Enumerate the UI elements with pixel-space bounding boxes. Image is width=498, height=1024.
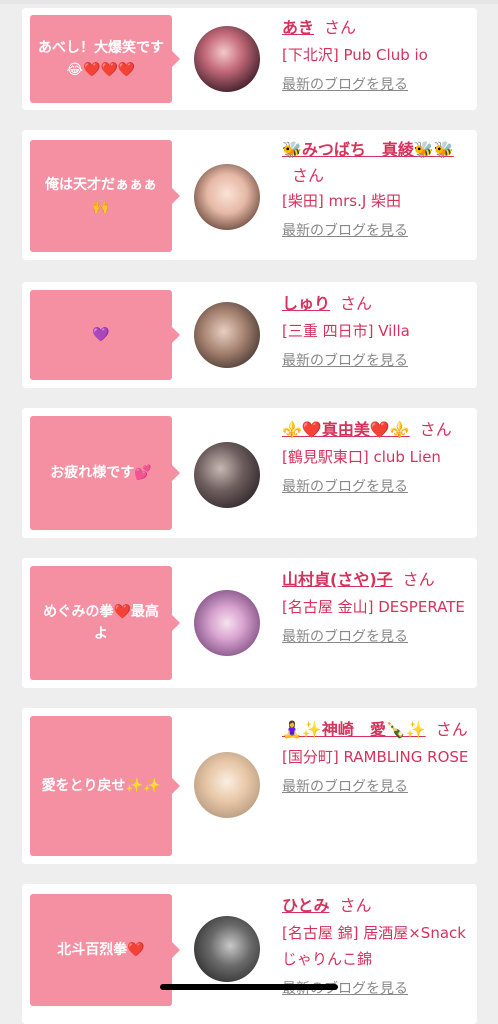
user-name-link[interactable]: 山村貞(さや)子 (282, 570, 393, 589)
avatar[interactable] (194, 302, 260, 368)
user-card: めぐみの拳❤️最高よ 山村貞(さや)子 さん [名古屋 金山] DESPERATE… (22, 558, 477, 688)
top-divider (0, 0, 498, 4)
user-name-link[interactable]: あき (282, 18, 314, 37)
user-card: 💜 しゅり さん [三重 四日市] Villa 最新のブログを見る (22, 282, 477, 388)
latest-blog-link[interactable]: 最新のブログを見る (282, 626, 408, 648)
message-bubble: あべし！大爆笑です😂❤️❤️❤️ (30, 15, 180, 103)
message-bubble: 💜 (30, 290, 180, 380)
user-name-link[interactable]: ⚜️❤️真由美❤️⚜️ (282, 420, 410, 439)
honorific: さん (339, 896, 372, 915)
user-name-link[interactable]: 🧘‍♀️✨神崎 愛🍾✨ (282, 720, 426, 739)
user-card: 愛をとり戻せ✨✨ 🧘‍♀️✨神崎 愛🍾✨ さん [国分町] RAMBLING RO… (22, 708, 477, 864)
message-bubble: 俺は天才だぁぁぁ🙌 (30, 140, 180, 252)
user-card: 北斗百烈拳❤️ ひとみ さん [名古屋 錦] 居酒屋×Snack じゃりんこ錦 最… (22, 884, 477, 1024)
honorific: さん (340, 294, 373, 313)
avatar[interactable] (194, 442, 260, 508)
avatar[interactable] (194, 916, 260, 982)
latest-blog-link[interactable]: 最新のブログを見る (282, 476, 408, 498)
shop-label: [名古屋 錦] 居酒屋×Snack じゃりんこ錦 (282, 924, 466, 968)
honorific: さん (435, 720, 468, 739)
message-bubble: 北斗百烈拳❤️ (30, 894, 180, 1006)
user-name-link[interactable]: 🐝みつばち 真綾🐝🐝 (282, 140, 454, 159)
user-card: あべし！大爆笑です😂❤️❤️❤️ あき さん [下北沢] Pub Club io … (22, 8, 477, 110)
user-name-link[interactable]: ひとみ (282, 896, 330, 915)
latest-blog-link[interactable]: 最新のブログを見る (282, 74, 408, 96)
message-bubble: 愛をとり戻せ✨✨ (30, 716, 180, 856)
avatar[interactable] (194, 590, 260, 656)
message-bubble: お疲れ様です💕 (30, 416, 180, 530)
avatar[interactable] (194, 752, 260, 818)
user-card: お疲れ様です💕 ⚜️❤️真由美❤️⚜️ さん [鶴見駅東口] club Lien … (22, 408, 477, 538)
avatar[interactable] (194, 164, 260, 230)
shop-label: [鶴見駅東口] club Lien (282, 448, 441, 466)
honorific: さん (292, 166, 325, 185)
latest-blog-link[interactable]: 最新のブログを見る (282, 776, 408, 798)
message-bubble: めぐみの拳❤️最高よ (30, 566, 180, 680)
latest-blog-link[interactable]: 最新のブログを見る (282, 220, 408, 242)
shop-label: [三重 四日市] Villa (282, 322, 410, 340)
honorific: さん (402, 570, 435, 589)
shop-label: [柴田] mrs.J 柴田 (282, 192, 402, 210)
honorific: さん (324, 18, 357, 37)
shop-label: [国分町] RAMBLING ROSE (282, 748, 469, 766)
user-card: 俺は天才だぁぁぁ🙌 🐝みつばち 真綾🐝🐝 さん [柴田] mrs.J 柴田 最新の… (22, 130, 477, 260)
shop-label: [下北沢] Pub Club io (282, 46, 428, 64)
home-indicator[interactable] (160, 984, 338, 990)
user-name-link[interactable]: しゅり (282, 294, 330, 313)
avatar[interactable] (194, 26, 260, 92)
honorific: さん (419, 420, 452, 439)
latest-blog-link[interactable]: 最新のブログを見る (282, 350, 408, 372)
shop-label: [名古屋 金山] DESPERATE (282, 598, 465, 616)
